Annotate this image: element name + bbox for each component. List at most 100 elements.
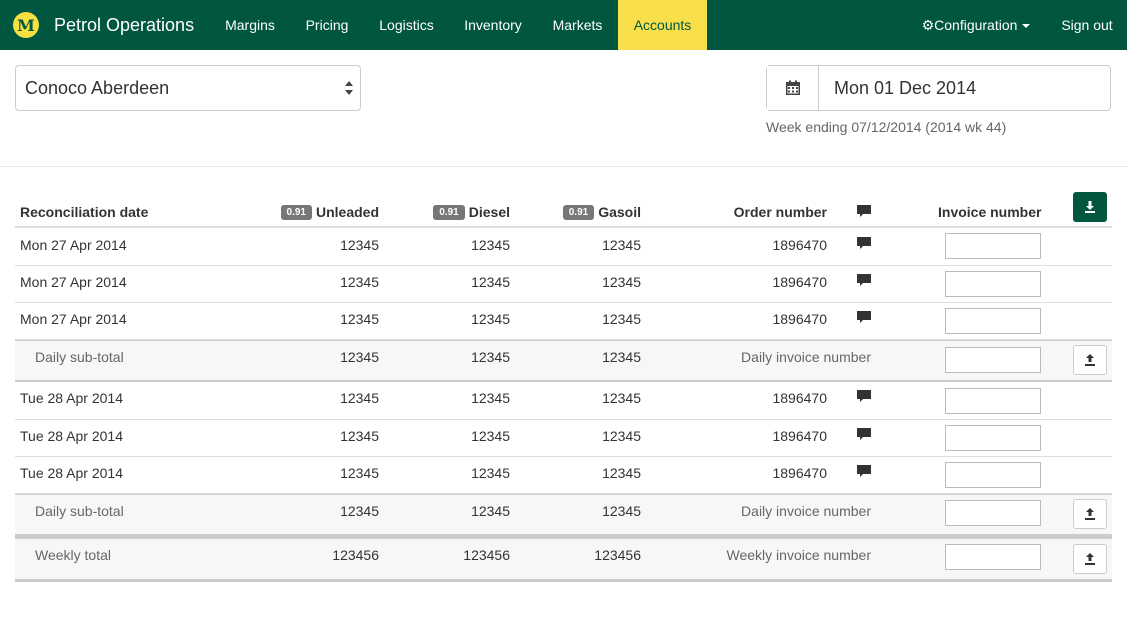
table-row: Tue 28 Apr 2014 12345 12345 12345 189647… [15,382,1112,420]
invoice-number-input[interactable] [945,233,1041,259]
download-button[interactable] [1073,192,1107,222]
daily-subtotal-row: Daily sub-total 12345 12345 12345 Daily … [15,340,1112,382]
weekly-invoice-input[interactable] [945,544,1041,570]
table-row: Tue 28 Apr 2014 12345 12345 12345 189647… [15,457,1112,494]
row-diesel: 12345 [471,274,510,290]
header-invoice-number: Invoice number [938,204,1042,220]
site-select[interactable]: Conoco Aberdeen [15,65,361,111]
row-date: Tue 28 Apr 2014 [20,465,124,481]
nav-sign-out[interactable]: Sign out [1047,0,1127,50]
upload-button[interactable] [1073,345,1107,375]
nav-accounts[interactable]: Accounts [618,0,707,50]
upload-icon [1085,553,1095,565]
row-order-number: 1896470 [772,465,827,481]
row-diesel: 12345 [471,428,510,444]
subtotal-diesel: 12345 [471,503,510,519]
header-order-number: Order number [733,204,827,220]
row-diesel: 12345 [471,237,510,253]
upload-button[interactable] [1073,544,1107,574]
row-date: Mon 27 Apr 2014 [20,311,127,327]
calendar-icon [785,80,800,95]
row-unleaded: 12345 [340,274,379,290]
row-order-number: 1896470 [772,428,827,444]
row-gasoil: 12345 [602,390,641,406]
row-order-number: 1896470 [772,390,827,406]
subtotal-label: Daily sub-total [35,349,124,365]
header-unleaded: 0.91 Unleaded [280,204,379,220]
gasoil-label: Gasoil [598,204,641,220]
row-unleaded: 12345 [340,311,379,327]
row-unleaded: 12345 [340,390,379,406]
diesel-badge: 0.91 [433,205,465,220]
brand[interactable]: M Petrol Operations [13,0,194,50]
row-unleaded: 12345 [340,428,379,444]
header-gasoil: 0.91 Gasoil [562,204,641,220]
gasoil-badge: 0.91 [562,205,595,220]
row-order-number: 1896470 [772,274,827,290]
gear-icon: ⚙ [921,17,935,33]
weekly-unleaded: 123456 [332,547,379,563]
row-date: Mon 27 Apr 2014 [20,274,127,290]
row-diesel: 12345 [471,311,510,327]
subtotal-diesel: 12345 [471,349,510,365]
week-info: Week ending 07/12/2014 (2014 wk 44) [766,119,1007,135]
table-row: Tue 28 Apr 2014 12345 12345 12345 189647… [15,420,1112,457]
comment-icon[interactable] [857,390,871,403]
upload-icon [1085,508,1095,520]
date-value[interactable]: Mon 01 Dec 2014 [834,66,976,110]
row-diesel: 12345 [471,465,510,481]
row-date: Mon 27 Apr 2014 [20,237,127,253]
invoice-number-input[interactable] [945,462,1041,488]
header-diesel: 0.91 Diesel [433,204,510,220]
row-diesel: 12345 [471,390,510,406]
top-navbar: M Petrol Operations Margins Pricing Logi… [0,0,1127,50]
row-unleaded: 12345 [340,465,379,481]
row-date: Tue 28 Apr 2014 [20,390,124,406]
nav-configuration[interactable]: ⚙Configuration [912,0,1040,50]
comment-icon[interactable] [857,274,871,287]
comment-icon[interactable] [857,428,871,441]
unleaded-badge: 0.91 [280,205,312,220]
site-select-value: Conoco Aberdeen [25,78,170,98]
table-row: Mon 27 Apr 2014 12345 12345 12345 189647… [15,266,1112,303]
calendar-button[interactable] [767,66,819,110]
weekly-diesel: 123456 [463,547,510,563]
comment-icon[interactable] [857,311,871,324]
logo-icon: M [13,12,39,38]
nav-logistics[interactable]: Logistics [364,0,449,50]
row-gasoil: 12345 [602,428,641,444]
invoice-number-input[interactable] [945,388,1041,414]
nav-margins[interactable]: Margins [210,0,290,50]
subtotal-gasoil: 12345 [602,503,641,519]
subtotal-label: Daily sub-total [35,503,124,519]
brand-title[interactable]: Petrol Operations [54,15,194,36]
row-date: Tue 28 Apr 2014 [20,428,124,444]
invoice-number-input[interactable] [945,425,1041,451]
comment-icon[interactable] [857,465,871,478]
daily-invoice-input[interactable] [945,500,1041,526]
select-updown-icon [345,81,353,95]
comment-icon [857,205,871,217]
download-icon [1085,201,1095,213]
date-picker[interactable]: Mon 01 Dec 2014 [766,65,1111,111]
daily-invoice-input[interactable] [945,347,1041,373]
invoice-number-input[interactable] [945,271,1041,297]
daily-invoice-label: Daily invoice number [741,349,871,365]
invoice-number-input[interactable] [945,308,1041,334]
caret-down-icon [1022,24,1031,29]
upload-button[interactable] [1073,499,1107,529]
nav-inventory[interactable]: Inventory [449,0,537,50]
row-order-number: 1896470 [772,311,827,327]
table-row: Mon 27 Apr 2014 12345 12345 12345 189647… [15,303,1112,340]
daily-subtotal-row: Daily sub-total 12345 12345 12345 Daily … [15,494,1112,536]
subtotal-unleaded: 12345 [340,349,379,365]
header-reconciliation-date: Reconciliation date [20,204,149,220]
configuration-label: Configuration [934,17,1018,33]
table-row: Mon 27 Apr 2014 12345 12345 12345 189647… [15,228,1112,266]
subtotal-gasoil: 12345 [602,349,641,365]
row-gasoil: 12345 [602,237,641,253]
comment-icon[interactable] [857,237,871,250]
nav-pricing[interactable]: Pricing [290,0,364,50]
nav-markets[interactable]: Markets [537,0,618,50]
row-gasoil: 12345 [602,274,641,290]
